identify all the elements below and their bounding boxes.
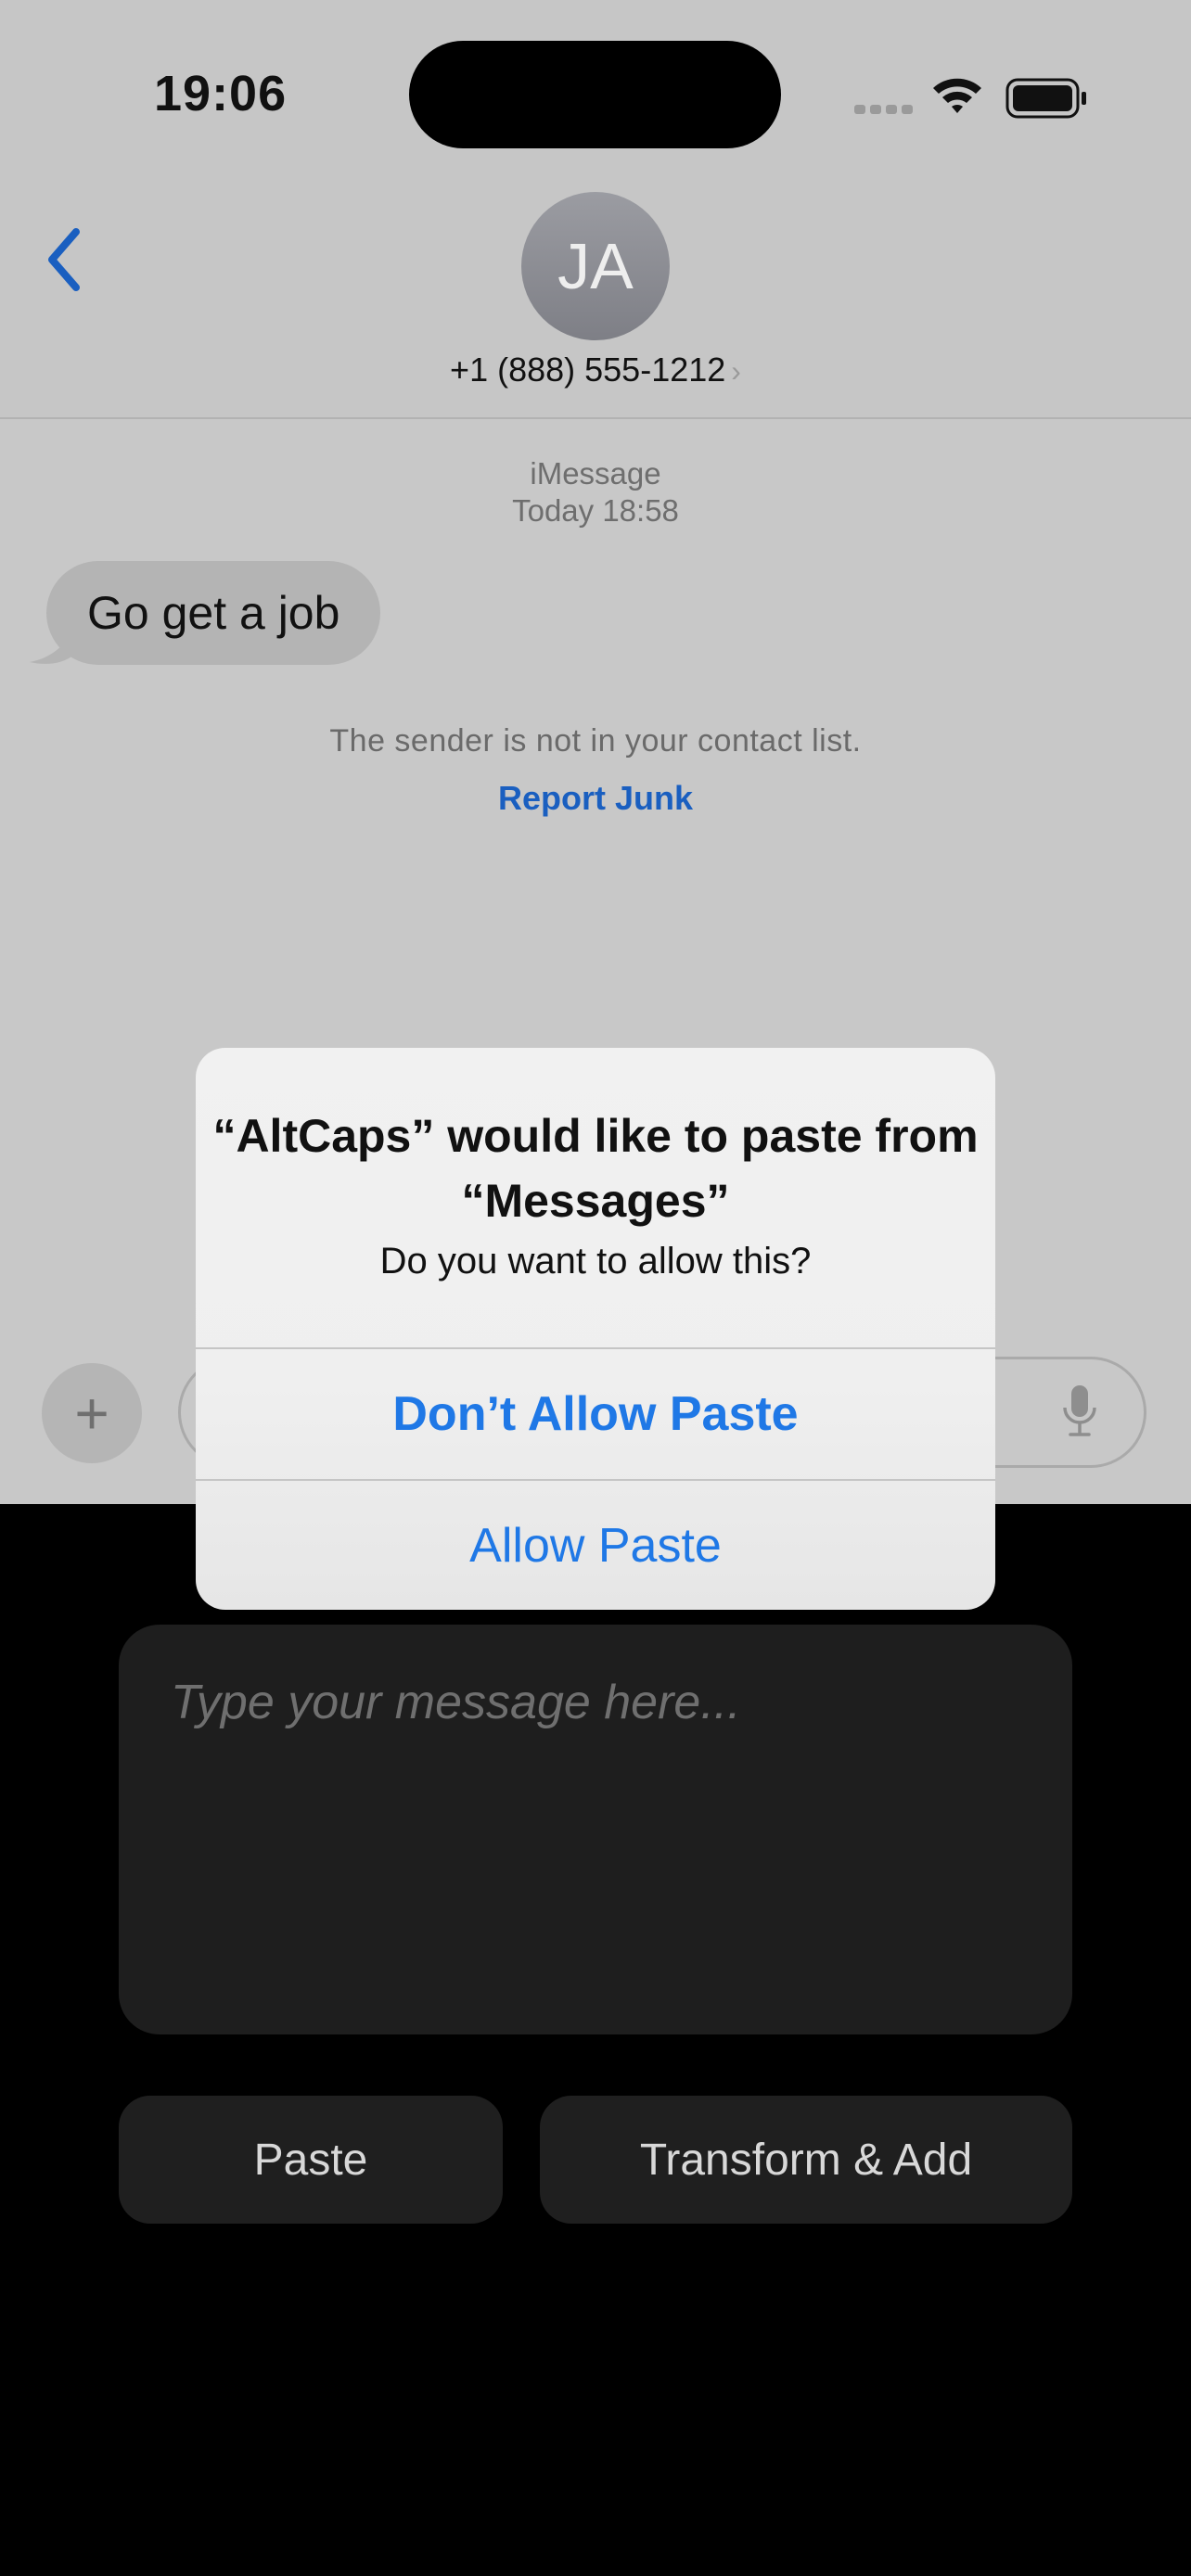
microphone-icon[interactable] xyxy=(1061,1384,1098,1439)
apps-plus-button[interactable]: + xyxy=(42,1363,142,1463)
dont-allow-paste-button[interactable]: Don’t Allow Paste xyxy=(196,1349,995,1479)
status-time: 19:06 xyxy=(154,66,288,121)
contact-number: +1 (888) 555-1212 xyxy=(450,351,726,389)
wifi-icon xyxy=(933,78,981,113)
alert-title: “AltCaps” would like to paste from “Mess… xyxy=(212,1110,979,1227)
incoming-message-bubble[interactable]: Go get a job xyxy=(46,561,381,665)
back-chevron-icon[interactable] xyxy=(39,223,95,297)
unknown-sender-note: The sender is not in your contact list. xyxy=(329,723,862,759)
dynamic-island xyxy=(409,41,781,148)
paste-button[interactable]: Paste xyxy=(119,2096,503,2224)
chevron-right-icon: › xyxy=(731,354,741,388)
message-timestamp: Today 18:58 xyxy=(512,493,679,528)
cellular-signal-icon xyxy=(854,105,913,114)
text-area-placeholder: Type your message here... xyxy=(171,1676,741,1729)
report-junk-link[interactable]: Report Junk xyxy=(0,779,1191,818)
transform-add-button[interactable]: Transform & Add xyxy=(540,2096,1072,2224)
paste-permission-alert: “AltCaps” would like to paste from “Mess… xyxy=(196,1048,995,1610)
battery-icon xyxy=(1005,78,1086,119)
contact-number-row[interactable]: +1 (888) 555-1212 › xyxy=(0,351,1191,389)
contact-avatar[interactable]: JA xyxy=(521,192,670,340)
plus-icon: + xyxy=(74,1380,109,1447)
service-label: iMessage xyxy=(530,456,661,491)
allow-paste-button[interactable]: Allow Paste xyxy=(196,1481,995,1610)
alert-message: Do you want to allow this? xyxy=(379,1241,812,1282)
